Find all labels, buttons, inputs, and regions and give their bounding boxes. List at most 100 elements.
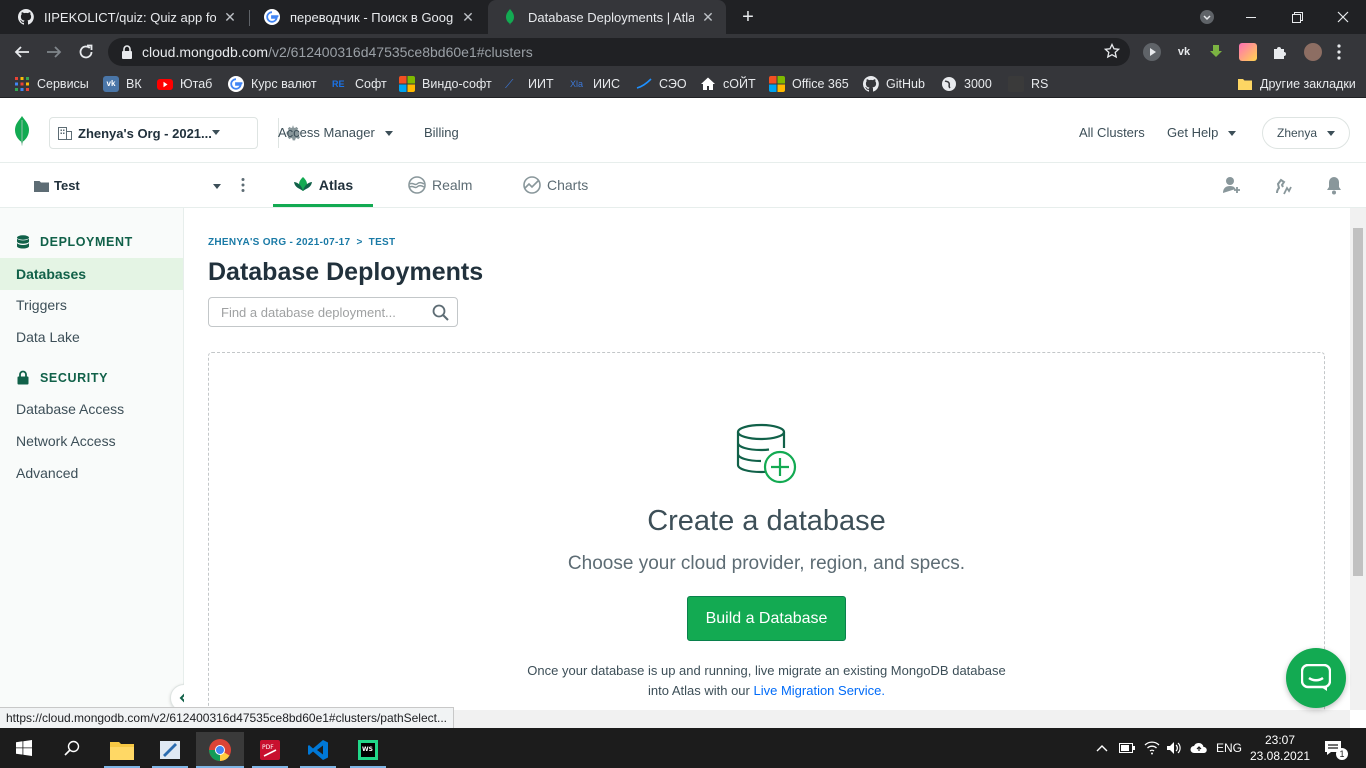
download-extension-icon[interactable] xyxy=(1207,43,1225,61)
tray-overflow-icon[interactable] xyxy=(1096,728,1108,768)
bookmark-rs[interactable]: RS xyxy=(1008,74,1048,94)
sidebar-item-network-access[interactable]: Network Access xyxy=(0,425,183,457)
bookmark-label: Office 365 xyxy=(792,77,849,91)
bookmark-label: Сервисы xyxy=(37,77,89,91)
access-manager-menu[interactable]: Access Manager xyxy=(278,125,393,140)
search-input[interactable]: Find a database deployment... xyxy=(208,297,458,327)
minimize-button[interactable] xyxy=(1228,0,1274,34)
migration-note-period: . xyxy=(881,683,885,698)
bookmark-label: ИИТ xyxy=(528,77,554,91)
onedrive-icon[interactable] xyxy=(1190,728,1208,768)
tab-realm[interactable]: Realm xyxy=(408,163,472,207)
start-button[interactable] xyxy=(0,728,48,768)
tab-atlas[interactable]: Atlas xyxy=(273,163,373,207)
close-icon[interactable]: ✕ xyxy=(460,9,476,26)
globe-icon xyxy=(942,77,956,91)
bookmark-iit[interactable]: ⟋ ИИТ xyxy=(505,74,554,94)
browser-tab-atlas[interactable]: Database Deployments | Atlas: M ✕ xyxy=(488,0,726,34)
search-button[interactable] xyxy=(48,728,96,768)
wifi-icon[interactable] xyxy=(1144,728,1160,768)
live-migration-link[interactable]: Live Migration Service xyxy=(753,683,881,698)
get-help-menu[interactable]: Get Help xyxy=(1167,125,1237,140)
taskbar-webstorm[interactable]: WS xyxy=(344,732,392,768)
taskbar-vscode[interactable] xyxy=(294,732,342,768)
tab-charts[interactable]: Charts xyxy=(523,163,588,207)
sidebar-item-databases[interactable]: Databases xyxy=(0,258,183,290)
scrollbar-thumb[interactable] xyxy=(1353,228,1363,576)
user-menu[interactable]: Zhenya xyxy=(1262,117,1350,149)
restore-button[interactable] xyxy=(1274,0,1320,34)
mongodb-leaf-icon[interactable] xyxy=(14,115,30,147)
browser-tab-google[interactable]: переводчик - Поиск в Google ✕ xyxy=(250,0,486,34)
url-host: cloud.mongodb.com xyxy=(142,44,269,60)
bookmark-windo-soft[interactable]: Виндо-софт xyxy=(399,74,492,94)
sidebar-item-database-access[interactable]: Database Access xyxy=(0,393,183,425)
invite-user-icon[interactable] xyxy=(1222,175,1242,195)
chrome-icon xyxy=(209,739,231,761)
play-extension-icon[interactable] xyxy=(1143,43,1161,61)
chat-support-button[interactable] xyxy=(1286,648,1346,708)
notification-center-button[interactable]: 1 xyxy=(1324,728,1348,768)
taskbar-paint-app[interactable] xyxy=(146,732,194,768)
volume-icon[interactable] xyxy=(1166,728,1182,768)
breadcrumb-org[interactable]: ZHENYA'S ORG - 2021-07-17 xyxy=(208,237,350,248)
taskbar-file-explorer[interactable] xyxy=(98,732,146,768)
puzzle-icon[interactable] xyxy=(1271,43,1289,61)
page-scrollbar[interactable] xyxy=(1350,208,1366,710)
project-kebab-icon[interactable] xyxy=(240,177,246,193)
billing-link[interactable]: Billing xyxy=(424,125,459,140)
bookmark-soit[interactable]: сОЙТ xyxy=(700,74,756,94)
browser-tab-github[interactable]: IIPEKOLICT/quiz: Quiz app for an ✕ xyxy=(4,0,248,34)
chevron-down-icon[interactable] xyxy=(213,184,221,189)
bookmark-3000[interactable]: 3000 xyxy=(941,74,992,94)
tab-label: Atlas xyxy=(318,177,354,193)
menu-kebab-icon[interactable] xyxy=(1336,43,1342,61)
search-icon xyxy=(64,740,80,756)
bookmark-iis[interactable]: Xla ИИС xyxy=(570,74,620,94)
language-indicator[interactable]: ENG xyxy=(1216,728,1242,768)
project-selector[interactable]: Test xyxy=(34,178,80,193)
bookmark-youtube[interactable]: Ютаб xyxy=(157,74,212,94)
bookmark-currency[interactable]: Курс валют xyxy=(228,74,317,94)
close-icon[interactable]: ✕ xyxy=(700,9,716,26)
bookmark-other-folder[interactable]: Другие закладки xyxy=(1237,74,1356,94)
sidebar-item-advanced[interactable]: Advanced xyxy=(0,457,183,489)
window-close-button[interactable] xyxy=(1320,0,1366,34)
battery-icon[interactable] xyxy=(1119,728,1135,768)
address-bar[interactable]: cloud.mongodb.com/v2/612400316d47535ce8b… xyxy=(108,38,1130,66)
close-icon[interactable]: ✕ xyxy=(222,9,238,26)
forward-button[interactable] xyxy=(42,40,66,64)
all-clusters-link[interactable]: All Clusters xyxy=(1079,125,1145,140)
taskbar-chrome[interactable] xyxy=(196,732,244,768)
bell-icon[interactable] xyxy=(1324,175,1344,195)
bookmark-github[interactable]: GitHub xyxy=(863,74,925,94)
build-database-button[interactable]: Build a Database xyxy=(687,596,846,641)
bookmark-soft[interactable]: RE Софт xyxy=(332,74,387,94)
svg-text:WS: WS xyxy=(362,746,373,753)
sidebar-item-data-lake[interactable]: Data Lake xyxy=(0,321,183,353)
back-button[interactable] xyxy=(10,40,34,64)
bookmark-label: Другие закладки xyxy=(1260,77,1356,91)
vk-extension-icon[interactable]: vk xyxy=(1175,43,1193,61)
new-tab-button[interactable]: + xyxy=(738,7,758,27)
bookmark-vk[interactable]: vk ВК xyxy=(103,74,142,94)
color-extension-icon[interactable] xyxy=(1239,43,1257,61)
chevron-down-icon xyxy=(212,130,220,135)
page-title: Database Deployments xyxy=(208,258,484,286)
bookmark-seo[interactable]: СЭО xyxy=(636,74,687,94)
taskbar-pdf-app[interactable]: PDF xyxy=(246,732,294,768)
activity-feed-icon[interactable] xyxy=(1273,175,1293,195)
tab-search-button[interactable] xyxy=(1184,0,1230,34)
sidebar-item-triggers[interactable]: Triggers xyxy=(0,289,183,321)
bookmark-label: ИИС xyxy=(593,77,620,91)
bookmark-services[interactable]: Сервисы xyxy=(14,74,89,94)
star-icon[interactable] xyxy=(1104,43,1120,59)
taskbar-clock[interactable]: 23:07 23.08.2021 xyxy=(1250,732,1310,764)
bookmark-office365[interactable]: Office 365 xyxy=(769,74,849,94)
avatar[interactable] xyxy=(1304,43,1322,61)
org-selector[interactable]: Zhenya's Org - 2021... xyxy=(49,117,300,149)
url-path: /v2/612400316d47535ce8bd60e1#clusters xyxy=(268,44,533,60)
breadcrumb-project[interactable]: TEST xyxy=(369,237,396,248)
re-icon: RE xyxy=(332,79,345,89)
reload-button[interactable] xyxy=(74,40,98,64)
